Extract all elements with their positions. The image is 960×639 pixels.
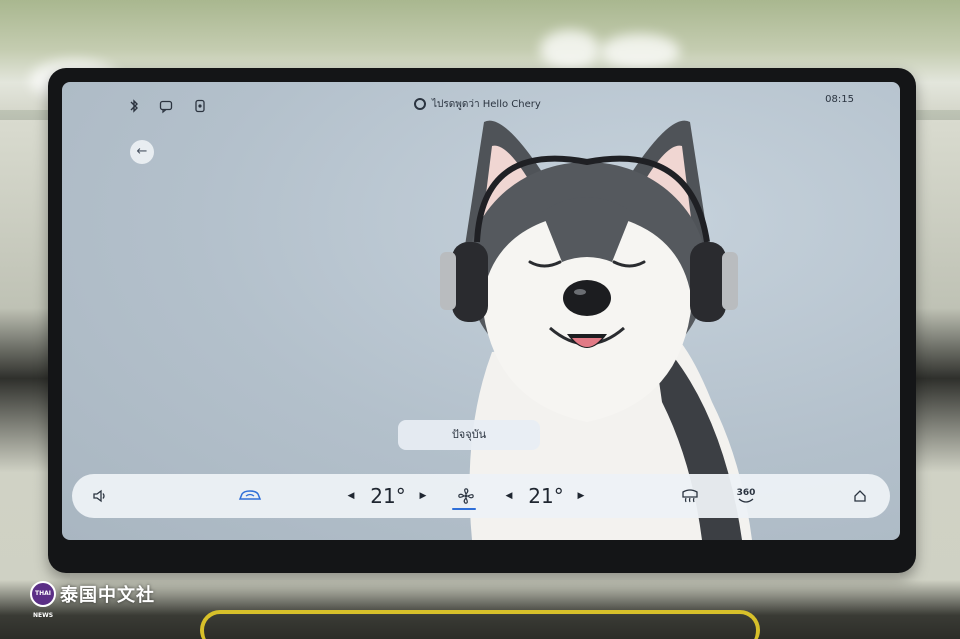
device-icon[interactable] bbox=[192, 98, 208, 114]
car-air-circulation-icon bbox=[238, 490, 262, 500]
home-button[interactable] bbox=[848, 474, 872, 518]
watermark: THAI NEWS 泰国中文社 bbox=[30, 580, 155, 619]
volume-button[interactable] bbox=[88, 474, 112, 518]
left-temperature: 21° bbox=[370, 484, 406, 508]
bluetooth-icon[interactable] bbox=[126, 98, 142, 114]
right-temp-decrease-button[interactable]: ◀ bbox=[502, 474, 516, 518]
current-button[interactable]: ปัจจุบัน bbox=[398, 420, 540, 450]
right-temperature: 21° bbox=[528, 484, 564, 508]
back-button[interactable]: ← bbox=[130, 140, 154, 164]
infotainment-screen: ไปรดพูดว่า Hello Chery 08:15 ← ปัจจุบัน … bbox=[62, 82, 900, 540]
defrost-button[interactable] bbox=[678, 474, 702, 518]
watermark-badge: THAI NEWS bbox=[30, 581, 56, 619]
climate-control-bar: ◀ 21° ▶ ◀ 21° ▶ 360 bbox=[72, 474, 890, 518]
arrow-left-icon: ← bbox=[136, 144, 148, 159]
fan-button[interactable] bbox=[454, 474, 478, 518]
background-light-blob bbox=[540, 30, 600, 70]
right-temp-increase-button[interactable]: ▶ bbox=[574, 474, 588, 518]
camera-360-label: 360 bbox=[736, 488, 756, 498]
car-air-button[interactable] bbox=[236, 474, 264, 518]
left-temp-increase-button[interactable]: ▶ bbox=[416, 474, 430, 518]
rotate-360-icon bbox=[738, 498, 754, 503]
clock: 08:15 bbox=[825, 94, 854, 105]
message-icon[interactable] bbox=[158, 98, 174, 114]
background-light-blob bbox=[600, 34, 680, 70]
watermark-text: 泰国中文社 bbox=[60, 585, 155, 606]
speaker-icon bbox=[93, 489, 105, 503]
fan-level-indicator bbox=[452, 508, 476, 510]
dashboard-yellow-trim bbox=[200, 610, 760, 639]
fan-icon bbox=[458, 488, 474, 504]
camera-360-button[interactable]: 360 bbox=[732, 474, 760, 518]
home-icon bbox=[854, 490, 866, 502]
left-temp-decrease-button[interactable]: ◀ bbox=[344, 474, 358, 518]
rear-defrost-icon bbox=[682, 489, 698, 503]
